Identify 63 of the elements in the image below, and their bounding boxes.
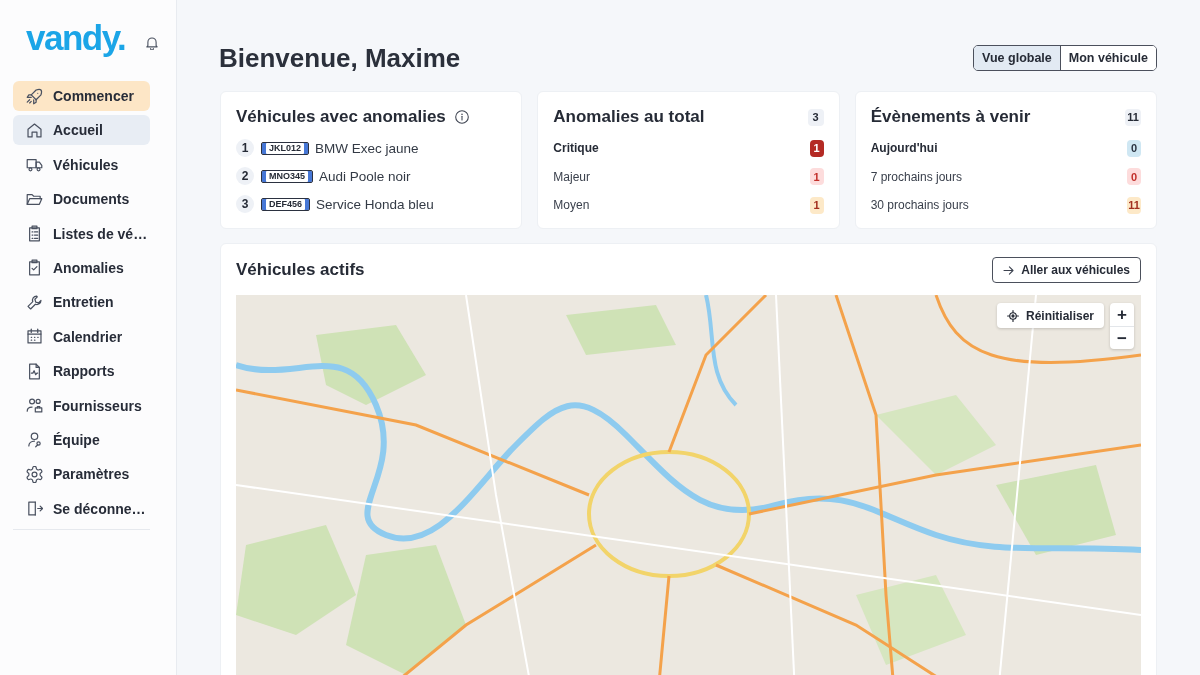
count-badge: 0 [1127,168,1141,186]
nav-item[interactable]: Véhicules [13,149,150,180]
document-pulse-icon [26,362,43,380]
vehicle-name: Service Honda bleu [316,196,434,212]
nav-item[interactable]: Documents [13,184,150,215]
zoom-out-button[interactable]: − [1110,326,1134,349]
nav-item[interactable]: Calendrier [13,321,150,352]
nav-item[interactable]: Équipe [13,424,150,455]
zoom-in-button[interactable]: + [1110,303,1134,326]
page-title: Bienvenue, Maxime [219,42,461,74]
crosshair-icon [1006,309,1019,322]
rank-badge: 1 [236,139,254,157]
license-plate: DEF456 [261,197,311,211]
clipboard-check-icon [26,259,43,277]
rank-badge: 2 [236,167,254,185]
count-badge: 11 [1125,108,1141,126]
arrow-right-icon [1003,265,1015,275]
count-badge: 0 [1127,139,1141,157]
count-badge: 1 [809,168,824,186]
nav-item[interactable]: Commencer [13,81,150,111]
info-icon[interactable] [454,110,469,124]
count-badge: 3 [807,108,824,126]
nav-item[interactable]: Paramètres [13,459,150,490]
reset-button[interactable]: Réinitialiser [996,303,1104,328]
row-label: Majeur [553,169,590,184]
license-plate: JKL012 [261,141,310,155]
nav-item[interactable]: Accueil [13,115,150,146]
row-label: Moyen [553,198,590,213]
logout-icon [26,500,43,518]
settings-icon [26,465,43,483]
vehicle-name: BMW Exec jaune [315,140,419,156]
row-label: Aujourd'hui [870,141,938,156]
row-label: 30 prochains jours [870,198,969,213]
rocket-icon [26,87,43,105]
vehicle-name: Audi Poole noir [319,168,411,184]
row-label: Critique [553,141,599,156]
nav-item[interactable]: Se déconne… [13,493,150,524]
nav-item[interactable]: Fournisseurs [13,390,150,421]
card-title: Anomalies au total [553,107,705,127]
count-badge: 1 [809,197,824,214]
count-badge: 1 [809,139,824,157]
house-icon [26,121,43,139]
row-label: 7 prochains jours [870,169,963,184]
clipboard-list-icon [26,225,43,243]
view-tab[interactable]: Vue globale [974,46,1060,70]
license-plate: MNO345 [261,169,313,183]
truck-icon [26,156,43,174]
user-key-icon [26,431,43,449]
nav-item[interactable]: Entretien [13,287,150,318]
view-tab[interactable]: Mon véhicule [1059,46,1156,70]
nav-item[interactable]: Anomalies [13,252,150,283]
rank-badge: 3 [236,195,254,213]
count-badge: 11 [1127,197,1141,214]
nav-item[interactable]: Listes de vé… [13,218,150,249]
card-title: Évènements à venir [870,107,1031,127]
vehicles-button[interactable]: Aller aux véhicules [992,257,1141,283]
wrench-icon [26,293,43,311]
calendar-icon [26,328,43,346]
card-title: Véhicules avec anomalies [236,107,446,127]
card-title: Véhicules actifs [236,260,365,280]
users-icon [26,397,43,414]
nav-item[interactable]: Rapports [13,356,150,387]
bell-icon[interactable] [146,37,158,50]
